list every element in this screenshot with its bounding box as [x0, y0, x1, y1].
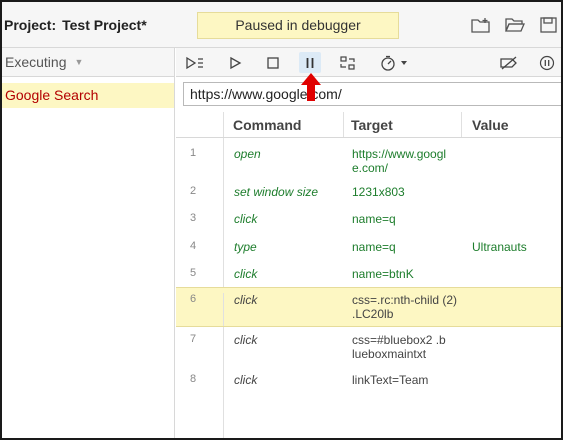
- app-window: Project: Test Project* Paused in debugger…: [0, 0, 563, 440]
- header-actions: [469, 15, 561, 35]
- base-url-input[interactable]: https://www.google.com/: [183, 82, 561, 106]
- pause-on-exceptions-icon[interactable]: [536, 52, 558, 73]
- table-row[interactable]: 4 type name=q Ultranauts: [176, 236, 561, 263]
- chevron-down-icon: ▼: [74, 57, 84, 67]
- header-index: [176, 112, 224, 137]
- table-row[interactable]: 1 open https://www.googl e.com/: [176, 139, 561, 181]
- row-value: [462, 267, 561, 287]
- row-command: click: [234, 293, 258, 307]
- executing-dropdown[interactable]: Executing ▼: [2, 48, 174, 77]
- open-folder-icon[interactable]: [503, 15, 527, 35]
- row-index: 6: [176, 293, 224, 326]
- row-command: set window size: [234, 185, 319, 199]
- row-target: name=q: [352, 240, 396, 254]
- row-index: 3: [176, 212, 224, 236]
- playback-toolbar: [176, 48, 561, 77]
- row-index: 7: [176, 333, 224, 367]
- row-index: 2: [176, 185, 224, 208]
- project-name[interactable]: Test Project*: [62, 17, 147, 33]
- row-index: 8: [176, 373, 224, 395]
- new-folder-icon[interactable]: [469, 15, 493, 35]
- row-index: 5: [176, 267, 224, 287]
- run-icon[interactable]: [224, 52, 246, 73]
- test-editor: https://www.google.com/ Command Target V…: [176, 48, 561, 438]
- header-bar: Project: Test Project* Paused in debugger: [2, 2, 561, 48]
- row-target: name=btnK: [352, 267, 414, 281]
- row-value: [462, 147, 561, 181]
- annotation-arrow-icon: [301, 73, 321, 101]
- row-command: click: [234, 333, 258, 347]
- executing-label: Executing: [5, 54, 67, 70]
- table-row[interactable]: 3 click name=q: [176, 208, 561, 236]
- table-row-current[interactable]: 6 click css=.rc:nth-child (2) .LC20lb: [176, 287, 561, 327]
- stop-icon[interactable]: [262, 52, 284, 73]
- row-value: [462, 212, 561, 236]
- row-target: name=q: [352, 212, 396, 226]
- row-value: [462, 185, 561, 208]
- row-target: linkText=Team: [352, 373, 429, 387]
- header-target: Target: [344, 112, 462, 137]
- command-table: 1 open https://www.googl e.com/ 2 set wi…: [176, 139, 561, 395]
- pause-icon[interactable]: [299, 52, 321, 73]
- save-icon[interactable]: [537, 15, 561, 35]
- row-command: type: [234, 240, 257, 254]
- table-row[interactable]: 7 click css=#bluebox2 .b lueboxmaintxt: [176, 327, 561, 367]
- row-value: [462, 293, 561, 326]
- step-over-icon[interactable]: [337, 52, 359, 73]
- row-target: css=#bluebox2 .b lueboxmaintxt: [352, 333, 446, 361]
- speed-icon[interactable]: [379, 52, 411, 73]
- row-command: click: [234, 267, 258, 281]
- header-command: Command: [224, 112, 344, 137]
- command-table-header: Command Target Value: [176, 112, 561, 138]
- project-title: Project: Test Project*: [4, 17, 147, 33]
- header-value: Value: [472, 117, 509, 133]
- row-command: open: [234, 147, 261, 161]
- project-label: Project:: [4, 17, 57, 33]
- row-index: 1: [176, 147, 224, 181]
- row-value: Ultranauts: [472, 240, 527, 254]
- row-command: click: [234, 373, 258, 387]
- row-target: https://www.googl e.com/: [352, 147, 447, 175]
- row-index: 4: [176, 240, 224, 263]
- disable-breakpoints-icon[interactable]: [498, 52, 520, 73]
- row-value: [462, 373, 561, 395]
- suite-item-google-search[interactable]: Google Search: [2, 83, 174, 108]
- status-banner: Paused in debugger: [197, 12, 399, 39]
- row-command: click: [234, 212, 258, 226]
- run-all-icon[interactable]: [184, 52, 206, 73]
- row-target: 1231x803: [352, 185, 405, 199]
- table-row[interactable]: 8 click linkText=Team: [176, 367, 561, 395]
- table-row[interactable]: 2 set window size 1231x803: [176, 181, 561, 208]
- test-suite-panel: Executing ▼ Google Search: [2, 48, 175, 438]
- table-row[interactable]: 5 click name=btnK: [176, 263, 561, 287]
- row-target: css=.rc:nth-child (2) .LC20lb: [352, 293, 458, 321]
- row-value: [462, 333, 561, 367]
